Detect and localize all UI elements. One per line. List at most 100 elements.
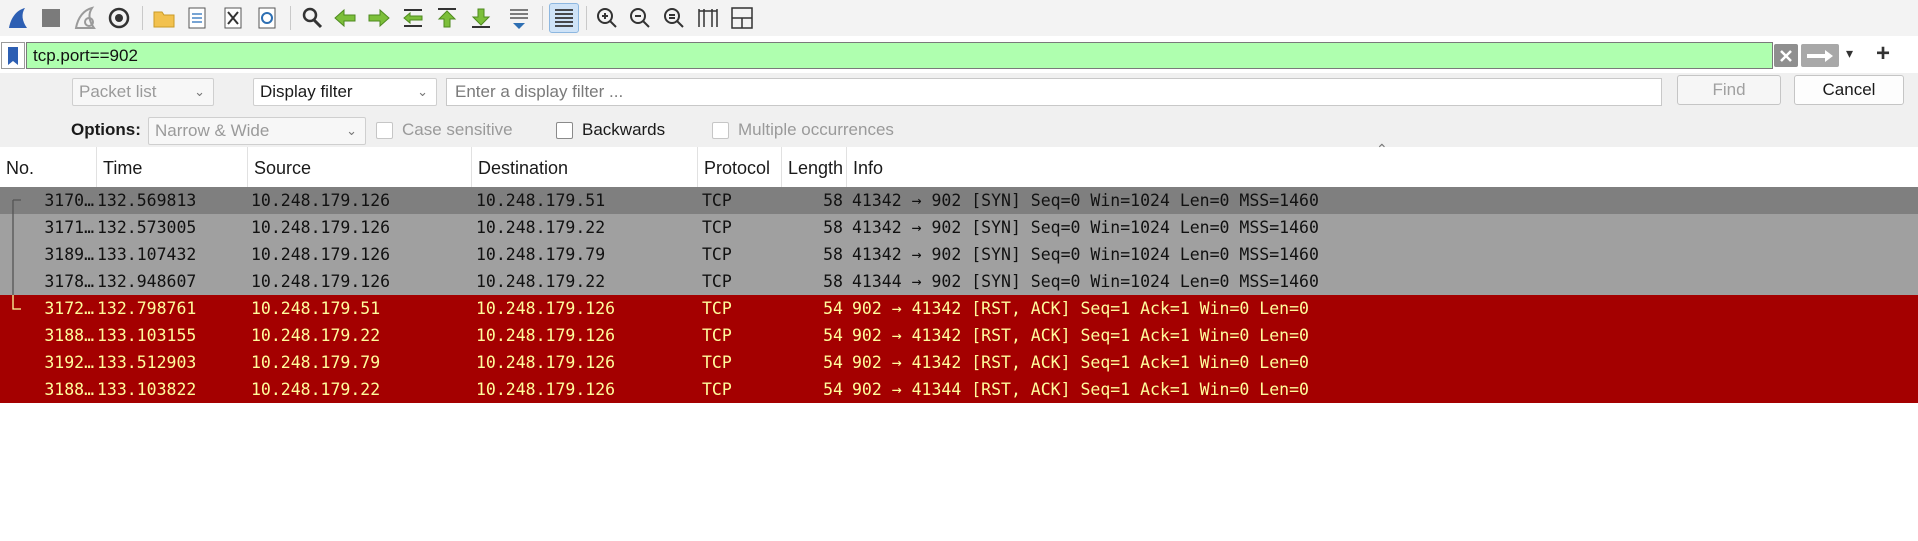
packet-time: 132.573005 bbox=[97, 218, 197, 237]
packet-row[interactable]: 3188… 133.103822 10.248.179.22 10.248.179.1… bbox=[0, 376, 1918, 403]
column-header-source[interactable]: Source bbox=[248, 147, 472, 187]
packet-row[interactable]: 3189… 133.107432 10.248.179.126 10.248.179.… bbox=[0, 241, 1918, 268]
column-header-destination[interactable]: Destination bbox=[472, 147, 698, 187]
multiple-occurrences-label: Multiple occurrences bbox=[738, 120, 894, 139]
packet-length: 54 bbox=[823, 299, 843, 318]
packet-no: 3171… bbox=[44, 218, 94, 237]
search-type-value: Display filter bbox=[260, 82, 353, 101]
colorize-list-icon[interactable] bbox=[549, 3, 579, 33]
search-type-select[interactable]: Display filter ⌄ bbox=[253, 78, 437, 106]
toolbar-separator bbox=[542, 6, 543, 30]
packet-length: 54 bbox=[823, 326, 843, 345]
packet-protocol: TCP bbox=[702, 191, 732, 210]
packet-info: 902 → 41342 [RST, ACK] Seq=1 Ack=1 Win=0… bbox=[852, 299, 1309, 318]
packet-no: 3178… bbox=[44, 272, 94, 291]
chevron-down-icon: ⌄ bbox=[417, 84, 428, 99]
packet-time: 132.948607 bbox=[97, 272, 197, 291]
packet-no: 3188… bbox=[44, 380, 94, 399]
char-width-value: Narrow & Wide bbox=[155, 121, 270, 140]
go-forward-arrow-icon[interactable] bbox=[364, 3, 394, 33]
packet-info: 41342 → 902 [SYN] Seq=0 Win=1024 Len=0 M… bbox=[852, 245, 1319, 264]
backwards-label: Backwards bbox=[582, 120, 666, 139]
checkbox-box bbox=[556, 121, 573, 139]
packet-protocol: TCP bbox=[702, 245, 732, 264]
find-button[interactable]: Find bbox=[1677, 75, 1781, 105]
packet-source: 10.248.179.22 bbox=[251, 380, 381, 399]
resize-columns-icon[interactable] bbox=[693, 3, 723, 33]
column-header-time[interactable]: Time bbox=[97, 147, 248, 187]
packet-source: 10.248.179.126 bbox=[251, 191, 391, 210]
packet-row[interactable]: 3178… 132.948607 10.248.179.126 10.248.179.… bbox=[0, 268, 1918, 295]
checkbox-box bbox=[712, 121, 729, 139]
packet-time: 132.798761 bbox=[97, 299, 197, 318]
packet-destination: 10.248.179.126 bbox=[476, 380, 616, 399]
go-first-packet-icon[interactable] bbox=[432, 3, 462, 33]
char-width-select[interactable]: Narrow & Wide ⌄ bbox=[148, 117, 366, 145]
main-toolbar bbox=[0, 0, 1918, 36]
packet-no: 3188… bbox=[44, 326, 94, 345]
column-header-protocol[interactable]: Protocol bbox=[698, 147, 782, 187]
packet-destination: 10.248.179.79 bbox=[476, 245, 606, 264]
auto-scroll-icon[interactable] bbox=[504, 3, 534, 33]
packet-protocol: TCP bbox=[702, 380, 732, 399]
zoom-in-icon[interactable] bbox=[592, 3, 622, 33]
packet-time: 133.107432 bbox=[97, 245, 197, 264]
clear-filter-icon[interactable] bbox=[1774, 44, 1798, 67]
packet-row[interactable]: 3192… 133.512903 10.248.179.79 10.248.179.1… bbox=[0, 349, 1918, 376]
packet-length: 58 bbox=[823, 218, 843, 237]
checkbox-box bbox=[376, 121, 393, 139]
filter-bookmark-icon[interactable] bbox=[1, 42, 25, 69]
cancel-button[interactable]: Cancel bbox=[1794, 75, 1904, 105]
zoom-normal-icon[interactable] bbox=[659, 3, 689, 33]
capture-options-gear-icon[interactable] bbox=[104, 3, 134, 33]
packet-no: 3189… bbox=[44, 245, 94, 264]
apply-filter-arrow-icon[interactable] bbox=[1801, 44, 1839, 67]
packet-source: 10.248.179.126 bbox=[251, 272, 391, 291]
open-folder-icon[interactable] bbox=[149, 3, 179, 33]
start-capture-icon[interactable] bbox=[3, 3, 33, 33]
packet-row[interactable]: 3171… 132.573005 10.248.179.126 10.248.179.… bbox=[0, 214, 1918, 241]
reload-file-icon[interactable] bbox=[252, 3, 282, 33]
packet-length: 54 bbox=[823, 353, 843, 372]
column-header-length[interactable]: Length bbox=[782, 147, 847, 187]
toolbar-separator bbox=[290, 6, 291, 30]
packet-row[interactable]: 3188… 133.103155 10.248.179.22 10.248.179.1… bbox=[0, 322, 1918, 349]
column-header-no[interactable]: No. bbox=[0, 147, 97, 187]
restart-capture-icon[interactable] bbox=[70, 3, 100, 33]
save-file-icon[interactable] bbox=[182, 3, 212, 33]
close-file-icon[interactable] bbox=[218, 3, 248, 33]
layout-panes-icon[interactable] bbox=[727, 3, 757, 33]
toolbar-separator bbox=[142, 6, 143, 30]
packet-destination: 10.248.179.126 bbox=[476, 326, 616, 345]
go-last-packet-icon[interactable] bbox=[466, 3, 496, 33]
backwards-checkbox[interactable]: Backwards bbox=[556, 120, 665, 140]
packet-time: 133.512903 bbox=[97, 353, 197, 372]
filter-history-chevron-icon[interactable]: ▾ bbox=[1846, 45, 1853, 62]
packet-time: 132.569813 bbox=[97, 191, 197, 210]
zoom-out-icon[interactable] bbox=[625, 3, 655, 33]
add-filter-button-icon[interactable]: + bbox=[1876, 40, 1890, 68]
go-back-arrow-icon[interactable] bbox=[330, 3, 360, 33]
packet-protocol: TCP bbox=[702, 353, 732, 372]
packet-info: 41342 → 902 [SYN] Seq=0 Win=1024 Len=0 M… bbox=[852, 191, 1319, 210]
find-filter-input[interactable]: Enter a display filter ... bbox=[446, 78, 1662, 106]
options-label: Options: bbox=[71, 120, 141, 139]
packet-time: 133.103822 bbox=[97, 380, 197, 399]
find-packet-bar: Packet list ⌄ Display filter ⌄ Enter a d… bbox=[0, 73, 1918, 147]
packet-protocol: TCP bbox=[702, 272, 732, 291]
sort-caret-icon: ⌃ bbox=[1376, 141, 1388, 157]
stop-capture-icon[interactable] bbox=[36, 3, 66, 33]
packet-protocol: TCP bbox=[702, 326, 732, 345]
case-sensitive-checkbox[interactable]: Case sensitive bbox=[376, 120, 513, 140]
packet-destination: 10.248.179.51 bbox=[476, 191, 606, 210]
packet-row[interactable]: 3170… 132.569813 10.248.179.126 10.248.179.… bbox=[0, 187, 1918, 214]
multiple-occurrences-checkbox[interactable]: Multiple occurrences bbox=[712, 120, 894, 140]
packet-source: 10.248.179.126 bbox=[251, 218, 391, 237]
case-sensitive-label: Case sensitive bbox=[402, 120, 513, 139]
search-in-select[interactable]: Packet list ⌄ bbox=[72, 78, 214, 106]
packet-row[interactable]: 3172… 132.798761 10.248.179.51 10.248.179.1… bbox=[0, 295, 1918, 322]
go-to-packet-icon[interactable] bbox=[398, 3, 428, 33]
display-filter-input[interactable]: tcp.port==902 bbox=[26, 42, 1773, 69]
find-packet-icon[interactable] bbox=[297, 3, 327, 33]
packet-info: 41344 → 902 [SYN] Seq=0 Win=1024 Len=0 M… bbox=[852, 272, 1319, 291]
